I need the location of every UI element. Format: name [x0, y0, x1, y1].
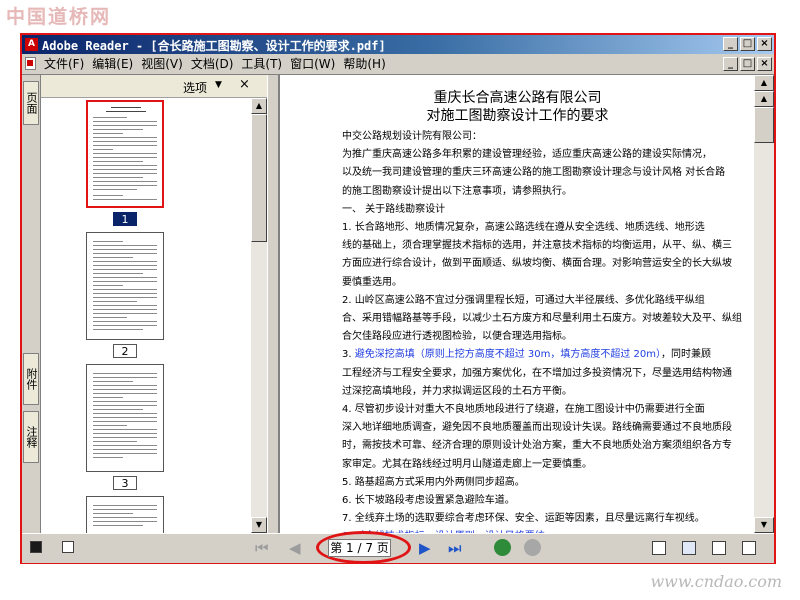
page-number-label[interactable]: 1 [113, 212, 137, 226]
window-title: Adobe Reader - [合长路施工图勘察、设计工作的要求.pdf] [42, 39, 386, 53]
page-thumbnail[interactable] [86, 100, 164, 208]
document-text-line: 一、 关于路线勘察设计 [342, 203, 446, 215]
scroll-thumb[interactable] [251, 114, 267, 242]
tab-attachments[interactable]: 附件 [23, 353, 39, 405]
page-thumbnail[interactable] [86, 364, 164, 472]
previous-page-icon[interactable]: ◀ [289, 539, 301, 557]
minimize-button[interactable]: _ [723, 37, 738, 51]
document-text-line: 6. 长下坡路段考虑设置紧急避险车道。 [342, 495, 515, 506]
facing-icon[interactable] [712, 541, 726, 555]
page-thumbnail[interactable] [86, 496, 164, 533]
menu-document[interactable]: 文档(D) [191, 56, 242, 72]
document-title-line1: 重庆长合高速公路有限公司 [433, 90, 602, 106]
document-text-line: 为推广重庆高速公路多年积累的建设管理经验，适应重庆高速公路的建设实际情况， [342, 149, 712, 161]
menu-window[interactable]: 窗口(W) [290, 56, 343, 72]
scroll-thumb[interactable] [754, 107, 774, 143]
document-scrollbar[interactable]: ▲ ▲ ▼ [754, 75, 774, 533]
document-title-line2: 对施工图勘察设计工作的要求 [426, 108, 609, 124]
continuous-facing-icon[interactable] [742, 541, 756, 555]
doc-restore-button[interactable]: □ [740, 57, 755, 71]
doc-minimize-button[interactable]: _ [723, 57, 738, 71]
doc-close-button[interactable]: × [757, 57, 772, 71]
next-page-icon[interactable]: ▶ [419, 539, 431, 557]
document-text-line: 1. 长合路地形、地质情况复杂，高速公路选线在遵从安全选线、地质选线、地形选 [342, 222, 705, 233]
panel-splitter[interactable] [267, 75, 279, 533]
navigation-tabs: 页面 附件 注释 [22, 75, 41, 533]
go-forward-icon[interactable] [524, 539, 541, 556]
document-text-line: 的施工图勘察设计提出以下注意事项，请参照执行。 [342, 185, 572, 197]
menu-bar: 文件(F) 编辑(E) 视图(V) 文档(D) 工具(T) 窗口(W) 帮助(H… [22, 54, 774, 75]
thumbnail-panel: 选项 ▼ × 1 2 3 ▲ ▼ [41, 75, 267, 533]
options-menu[interactable]: 选项 [183, 79, 207, 96]
reader-window: A Adobe Reader - [合长路施工图勘察、设计工作的要求.pdf] … [20, 33, 776, 564]
scroll-up-page-icon[interactable]: ▲ [754, 91, 774, 107]
document-text-line: 3. 避免深挖高填（原则上挖方高度不超过 30m，填方高度不超过 20m），同时… [342, 349, 712, 361]
document-icon[interactable] [25, 57, 36, 70]
scroll-up-icon[interactable]: ▲ [754, 75, 774, 91]
status-bar: ⏮ ◀ 第 1 / 7 页 ▶ ⏭ [22, 531, 774, 564]
single-page-icon[interactable] [652, 541, 666, 555]
watermark-top: 中国道桥网 [6, 6, 112, 28]
document-text-line: 线的基础上，须合理掌握技术指标的选用，并注意技术指标的均衡运用，从平、纵、横三 [342, 240, 732, 252]
menu-file[interactable]: 文件(F) [44, 56, 92, 72]
document-text-line: 2. 山岭区高速公路不宜过分强调里程长短，可通过大半径展线、多优化路线平纵组 [342, 294, 705, 306]
tab-pages[interactable]: 页面 [23, 81, 39, 125]
close-button[interactable]: × [757, 37, 772, 51]
thumbnail-scrollbar[interactable]: ▲ ▼ [251, 98, 267, 533]
page-number-label[interactable]: 2 [113, 344, 137, 358]
menu-tools[interactable]: 工具(T) [241, 56, 290, 72]
document-text-line: 要慎重选用。 [342, 276, 402, 288]
layout-toggle-icon[interactable] [30, 541, 42, 553]
document-text-line: 时，需按技术可靠、经济合理的原则设计处治方案，重大不良地质处治方案须组织各方专 [342, 440, 732, 452]
go-back-icon[interactable] [494, 539, 511, 556]
tab-comments[interactable]: 注释 [23, 411, 39, 463]
document-view: 重庆长合高速公路有限公司 对施工图勘察设计工作的要求 中交公路规划设计院有限公司… [279, 75, 755, 533]
document-text-line: 5. 路基超高方式采用内外两侧同步超高。 [342, 476, 525, 488]
chevron-down-icon[interactable]: ▼ [215, 80, 222, 90]
menu-help[interactable]: 帮助(H) [343, 56, 393, 72]
document-text-line: 过深挖高填地段，并力求拟调运区段的土石方平衡。 [342, 385, 572, 397]
document-text-line: 7. 全线弃土场的选取要综合考虑环保、安全、运距等因素，且尽量远离行车视线。 [342, 513, 705, 525]
scroll-up-icon[interactable]: ▲ [251, 98, 267, 114]
thumbnail-header: 选项 ▼ × [41, 75, 267, 98]
maximize-button[interactable]: □ [740, 37, 755, 51]
title-bar[interactable]: A Adobe Reader - [合长路施工图勘察、设计工作的要求.pdf] … [22, 35, 774, 54]
acrobat-icon[interactable]: A [25, 38, 38, 51]
menu-view[interactable]: 视图(V) [141, 56, 191, 72]
scroll-down-icon[interactable]: ▼ [754, 517, 774, 533]
first-page-icon[interactable]: ⏮ [255, 539, 269, 557]
document-text-line: 深入地详细地质调查，避免因不良地质覆盖而出现设计失误。路线确需要通过不良地质段 [342, 422, 732, 434]
document-text-line: 中交公路规划设计院有限公司： [342, 131, 482, 142]
panel-close-icon[interactable]: × [239, 77, 250, 92]
continuous-icon[interactable] [682, 541, 696, 555]
thumbnail-list: 1 2 3 [41, 98, 251, 533]
document-text-line: 家审定。尤其在路线经过明月山隧道走廊上一定要慎重。 [342, 458, 592, 470]
document-text-line: 工程经济与工程安全要求，加强方案优化，在不增加过多投资情况下，尽量选用结构物通 [342, 367, 732, 379]
last-page-icon[interactable]: ⏭ [448, 539, 462, 557]
scroll-down-icon[interactable]: ▼ [251, 517, 267, 533]
document-text-line: 方面应进行综合设计，做到平面顺适、纵坡均衡、横面合理。对影响营运安全的长大纵坡 [342, 258, 732, 270]
document-text-line: 以及统一我司建设管理的重庆三环高速公路的施工图勘察设计理念与设计风格 对长合路 [342, 167, 726, 179]
page-number-label[interactable]: 3 [113, 476, 137, 490]
menu-edit[interactable]: 编辑(E) [92, 56, 141, 72]
document-text-line: 合欠佳路段应进行透视图检验，以便合理选用指标。 [342, 331, 572, 343]
page-setup-icon[interactable] [62, 541, 74, 553]
document-text-line: 4. 尽管初步设计对重大不良地质地段进行了绕避，在施工图设计中仍需要进行全面 [342, 404, 705, 415]
page-number-field[interactable]: 第 1 / 7 页 [328, 539, 391, 557]
page-thumbnail[interactable] [86, 232, 164, 340]
document-text-line: 合、采用错幅路基等手段，以减少土石方废方和尽量利用土石废方。对坡差较大及平、纵组 [342, 313, 742, 324]
watermark-bottom: www.cndao.com [650, 572, 782, 591]
